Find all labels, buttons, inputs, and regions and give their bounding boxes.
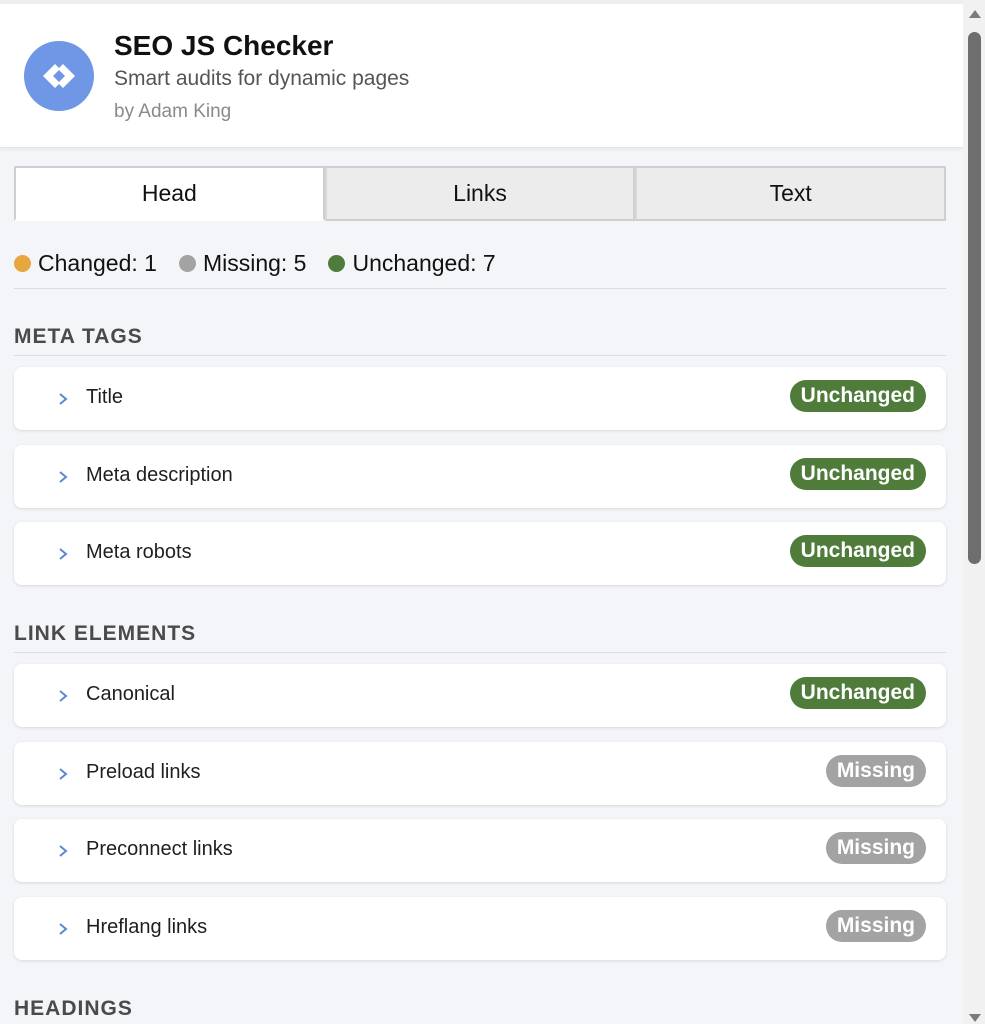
chevron-right-icon: [59, 923, 68, 935]
tab-links[interactable]: Links: [324, 166, 636, 221]
list-item-meta-robots[interactable]: Meta robots Unchanged: [14, 522, 946, 585]
app-author: by Adam King: [114, 101, 232, 122]
chevron-right-icon: [59, 845, 68, 857]
section-title-meta-tags: META TAGS: [14, 325, 143, 348]
item-label: Hreflang links: [86, 916, 208, 938]
status-summary: Changed: 1 Missing: 5 Unchanged: 7: [14, 248, 946, 278]
status-badge: Unchanged: [789, 535, 926, 567]
chevron-right-icon: [59, 548, 68, 560]
tab-head[interactable]: Head: [14, 166, 325, 221]
item-label: Preload links: [86, 761, 201, 783]
chevron-right-icon: [59, 768, 68, 780]
section-title-headings: HEADINGS: [14, 997, 133, 1020]
summary-missing: Missing: 5: [178, 249, 307, 277]
item-label: Meta description: [86, 464, 233, 486]
code-brackets-icon: [24, 41, 94, 111]
status-badge: Missing: [825, 832, 926, 864]
chevron-right-icon: [59, 471, 68, 483]
list-item-hreflang-links[interactable]: Hreflang links Missing: [14, 897, 946, 960]
changed-dot-icon: [14, 254, 31, 272]
list-item-title[interactable]: Title Unchanged: [14, 367, 946, 430]
status-badge: Missing: [825, 910, 926, 942]
vertical-scrollbar[interactable]: [963, 0, 985, 1024]
tab-text[interactable]: Text: [635, 166, 947, 221]
status-badge: Unchanged: [789, 458, 926, 490]
status-badge: Missing: [825, 755, 926, 787]
list-item-preload-links[interactable]: Preload links Missing: [14, 742, 946, 805]
scrollbar-thumb[interactable]: [968, 32, 981, 564]
summary-changed-label: Changed: 1: [38, 249, 157, 276]
app-title: SEO JS Checker: [114, 30, 334, 61]
app-header: SEO JS Checker Smart audits for dynamic …: [0, 4, 963, 148]
summary-divider: [14, 288, 946, 289]
status-badge: Unchanged: [789, 677, 926, 709]
tab-bar: Head Links Text: [14, 166, 947, 221]
section-divider: [14, 652, 946, 653]
summary-unchanged: Unchanged: 7: [328, 249, 496, 277]
status-badge: Unchanged: [789, 380, 926, 412]
missing-dot-icon: [178, 254, 196, 272]
app-subtitle: Smart audits for dynamic pages: [114, 67, 410, 90]
list-item-meta-description[interactable]: Meta description Unchanged: [14, 445, 946, 508]
chevron-right-icon: [59, 393, 68, 405]
item-label: Meta robots: [86, 541, 192, 563]
section-divider: [14, 355, 946, 356]
scroll-up-arrow-icon[interactable]: [969, 10, 981, 18]
scroll-down-arrow-icon[interactable]: [969, 1014, 981, 1022]
list-item-preconnect-links[interactable]: Preconnect links Missing: [14, 819, 946, 882]
chevron-right-icon: [59, 690, 68, 702]
summary-changed: Changed: 1: [14, 250, 157, 277]
section-title-link-elements: LINK ELEMENTS: [14, 622, 197, 645]
summary-missing-label: Missing: 5: [202, 249, 307, 276]
summary-unchanged-label: Unchanged: 7: [352, 249, 496, 276]
item-label: Title: [86, 386, 124, 408]
list-item-canonical[interactable]: Canonical Unchanged: [14, 664, 946, 727]
item-label: Canonical: [86, 683, 175, 705]
item-label: Preconnect links: [86, 838, 233, 860]
unchanged-dot-icon: [328, 254, 346, 272]
